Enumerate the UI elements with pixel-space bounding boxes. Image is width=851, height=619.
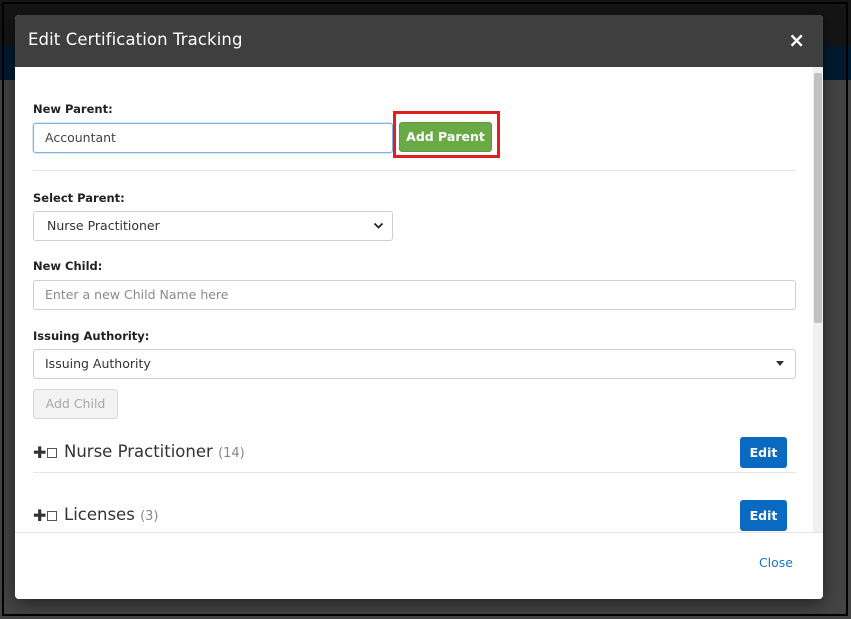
- new-parent-input[interactable]: Accountant: [33, 123, 393, 153]
- tree-divider: [33, 472, 796, 473]
- modal-footer: Close: [15, 532, 823, 599]
- plus-icon[interactable]: ✚: [33, 445, 46, 461]
- edit-certification-modal: Edit Certification Tracking × New Parent…: [15, 15, 823, 599]
- checkbox[interactable]: [47, 511, 57, 521]
- chevron-down-icon: [373, 212, 384, 251]
- close-link[interactable]: Close: [759, 555, 793, 570]
- edit-button[interactable]: Edit: [740, 500, 787, 531]
- issuing-authority-dropdown[interactable]: Issuing Authority: [33, 349, 796, 379]
- tree-item-name-wrap: Licenses (3): [64, 505, 158, 524]
- modal-title: Edit Certification Tracking: [28, 30, 243, 49]
- checkbox[interactable]: [47, 448, 57, 458]
- new-child-input[interactable]: Enter a new Child Name here: [33, 280, 796, 310]
- tree-item-name-wrap: Nurse Practitioner (14): [64, 442, 245, 461]
- new-child-label: New Child:: [33, 259, 103, 273]
- edit-button[interactable]: Edit: [740, 437, 787, 468]
- caret-down-icon: [776, 361, 784, 366]
- issuing-authority-label: Issuing Authority:: [33, 329, 150, 343]
- plus-icon[interactable]: ✚: [33, 508, 46, 524]
- tree-item-count: (14): [218, 446, 245, 461]
- section-divider: [33, 170, 796, 171]
- tree-item-name: Licenses: [64, 505, 135, 524]
- select-parent-dropdown[interactable]: Nurse Practitioner: [33, 211, 393, 241]
- scrollbar-thumb[interactable]: [814, 73, 822, 323]
- modal-body: New Parent: Accountant Add Parent Select…: [15, 67, 823, 532]
- select-parent-label: Select Parent:: [33, 191, 125, 205]
- tree-item: ✚ Licenses (3) Edit: [33, 497, 788, 532]
- select-parent-value: Nurse Practitioner: [47, 218, 160, 233]
- tree-item: ✚ Nurse Practitioner (14) Edit: [33, 434, 788, 474]
- tree-item-name: Nurse Practitioner: [64, 442, 213, 461]
- tree-item-count: (3): [140, 509, 159, 524]
- modal-header: Edit Certification Tracking ×: [15, 15, 823, 67]
- issuing-authority-value: Issuing Authority: [45, 356, 151, 371]
- add-child-button[interactable]: Add Child: [33, 389, 118, 419]
- close-icon[interactable]: ×: [788, 28, 805, 52]
- highlight-box: [393, 111, 500, 158]
- new-parent-label: New Parent:: [33, 102, 113, 116]
